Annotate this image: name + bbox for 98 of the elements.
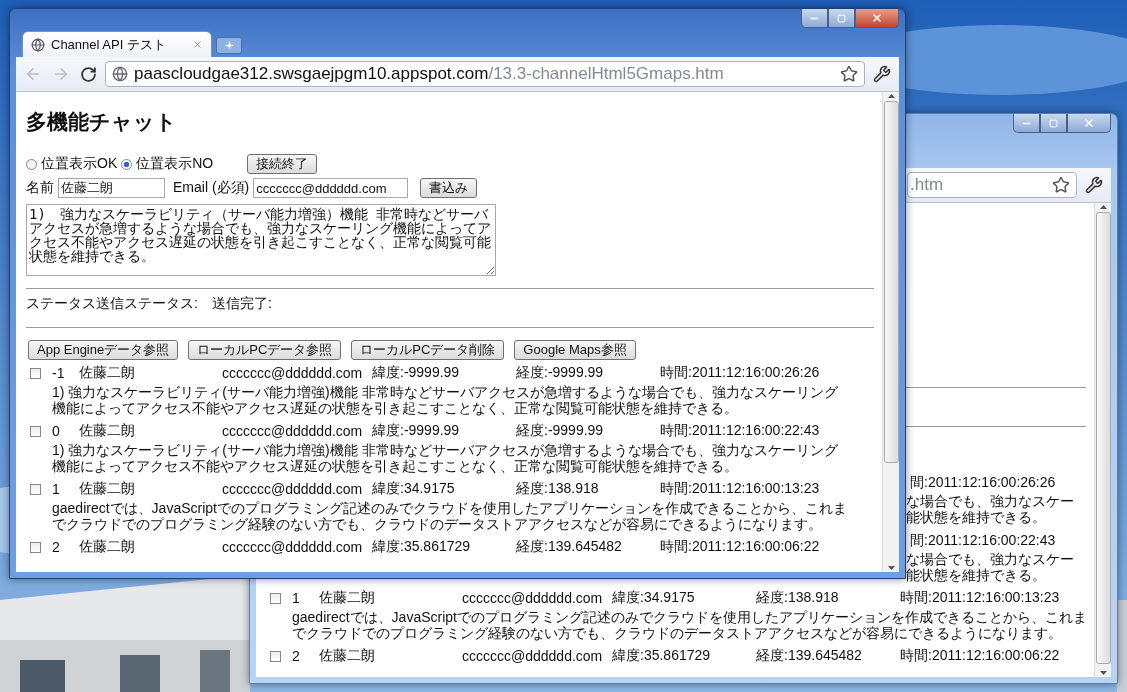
- minimize-button[interactable]: [801, 9, 828, 28]
- entry-name: 佐藤二朗: [79, 364, 136, 382]
- entry-name: 佐藤二朗: [79, 480, 136, 498]
- entry-name: 佐藤二朗: [79, 422, 136, 440]
- scrollbar-thumb[interactable]: [883, 101, 899, 463]
- entry-name: 佐藤二朗: [319, 647, 376, 665]
- entry-message: 能状態を維持できる。: [906, 509, 1046, 525]
- name-label: 名前: [26, 179, 54, 197]
- entry-time: 時間:2011:12:16:00:22:43: [660, 422, 821, 440]
- row-checkbox[interactable]: [270, 650, 281, 662]
- entry-email: ccccccc@dddddd.com: [462, 590, 604, 606]
- close-button[interactable]: [1067, 114, 1111, 133]
- entry-name: 佐藤二朗: [79, 538, 136, 556]
- entry-id: 0: [52, 423, 61, 439]
- scroll-down-icon[interactable]: [1099, 671, 1107, 675]
- entry-latitude: 緯度:35.861729: [612, 647, 712, 665]
- entry-longitude: 経度:138.918: [516, 480, 600, 498]
- maximize-button[interactable]: [828, 9, 855, 28]
- entry-message: gaedirectでは、JavaScriptでのプログラミング記述のみでクラウドを使用したアプリケーションを作成できることから、これまでクラウドでのプログラミング経験のない方でも、クラウドのデータストアアクセスなどが容易にできるようになります。: [292, 609, 1088, 641]
- entry-latitude: 緯度:-9999.99: [372, 364, 461, 382]
- row-checkbox[interactable]: [30, 367, 41, 379]
- entry-latitude: 緯度:34.9175: [372, 480, 456, 498]
- entry-time: 間:2011:12:16:00:26:26: [910, 473, 1056, 492]
- close-button[interactable]: [855, 9, 899, 28]
- maximize-icon: [837, 13, 846, 23]
- row-checkbox[interactable]: [270, 592, 281, 604]
- radio-label: 位置表示NO: [136, 155, 214, 173]
- action-button[interactable]: ローカルPCデータ削除: [351, 340, 505, 360]
- plus-icon: [223, 40, 235, 51]
- entry-message: gaedirectでは、JavaScriptでのプログラミング記述のみでクラウドを使用したアプリケーションを作成できることから、これまでクラウドでのプログラミング経験のない方でも、クラウドのデータストアアクセスなどが容易にできるようになります。: [52, 500, 848, 532]
- globe-icon: [31, 37, 45, 52]
- page-title: 多機能チャット: [26, 109, 178, 135]
- maximize-button[interactable]: [1040, 114, 1067, 133]
- entry-message: な場合でも、強力なスケー: [906, 551, 1074, 567]
- browser-tab[interactable]: Channel API テスト: [22, 31, 212, 57]
- row-checkbox[interactable]: [30, 425, 41, 437]
- entry-email: ccccccc@dddddd.com: [222, 481, 364, 497]
- entry-name: 佐藤二朗: [319, 589, 376, 607]
- maximize-icon: [1049, 118, 1058, 128]
- entry-time: 時間:2011:12:16:00:06:22: [660, 538, 821, 556]
- minimize-button[interactable]: [1013, 114, 1040, 133]
- address-bar[interactable]: .htm: [907, 172, 1077, 198]
- url-text: .htm: [910, 175, 944, 194]
- radio-label: 位置表示OK: [41, 155, 118, 173]
- entry-longitude: 経度:-9999.99: [516, 364, 605, 382]
- entry-email: ccccccc@dddddd.com: [222, 365, 364, 381]
- entry-time: 時間:2011:12:16:00:26:26: [660, 364, 821, 382]
- url-text: paascloudgae312.swsgaejpgm10.appspot.com/13.3-channelHtml5Gmaps.htm: [134, 64, 725, 84]
- entry-id: -1: [52, 365, 66, 381]
- entry-longitude: 経度:138.918: [756, 589, 840, 607]
- entry-time: 時間:2011:12:16:00:06:22: [900, 647, 1061, 665]
- wrench-icon[interactable]: [1083, 174, 1105, 196]
- entry-time: 間:2011:12:16:00:22:43: [910, 531, 1056, 550]
- entry-latitude: 緯度:34.9175: [612, 589, 696, 607]
- action-button[interactable]: ローカルPCデータ参照: [188, 340, 342, 360]
- scroll-down-icon[interactable]: [887, 566, 895, 570]
- entry-email: ccccccc@dddddd.com: [462, 648, 604, 664]
- entry-time: 時間:2011:12:16:00:13:23: [660, 480, 821, 498]
- email-label: Email (必須): [173, 179, 250, 197]
- globe-icon: [112, 66, 128, 82]
- star-icon[interactable]: [1052, 176, 1070, 194]
- address-bar[interactable]: paascloudgae312.swsgaejpgm10.appspot.com/13.3-channelHtml5Gmaps.htm: [105, 61, 865, 87]
- wrench-icon[interactable]: [871, 63, 893, 85]
- write-button[interactable]: 書込み: [420, 178, 478, 198]
- disconnect-button[interactable]: 接続終了: [247, 154, 318, 174]
- radio-button[interactable]: [26, 158, 37, 170]
- star-icon[interactable]: [840, 65, 858, 83]
- entry-longitude: 経度:139.645482: [516, 538, 623, 556]
- entry-latitude: 緯度:-9999.99: [372, 422, 461, 440]
- entry-email: ccccccc@dddddd.com: [222, 423, 364, 439]
- entry-longitude: 経度:139.645482: [756, 647, 863, 665]
- message-field[interactable]: 1) 強力なスケーラビリティ（サーバ能力増強）機能 非常時などサーバアクセスが急増するような場合でも、強力なスケーリング機能によってアクセス不能やアクセス遅延の状態を引き起こすことなく、正常な閲覧可能状態を維持できる。: [26, 204, 496, 276]
- email-field[interactable]: ccccccc@dddddd.com: [253, 178, 409, 198]
- scroll-up-icon[interactable]: [1099, 205, 1107, 209]
- close-icon[interactable]: [192, 39, 203, 50]
- entry-message: 1) 強力なスケーラビリティ(サーバ能力増強)機能 非常時などサーバアクセスが急増するような場合でも、強力なスケーリング機能によってアクセス不能やアクセス遅延の状態を引き起こすことなく、正常な閲覧可能状態を維持できる。: [52, 442, 839, 474]
- new-tab-button[interactable]: [216, 37, 242, 54]
- entry-message: 1) 強力なスケーラビリティ(サーバ能力増強)機能 非常時などサーバアクセスが急増するような場合でも、強力なスケーリング機能によってアクセス不能やアクセス遅延の状態を引き起こすことなく、正常な閲覧可能状態を維持できる。: [52, 384, 839, 416]
- close-icon: [871, 12, 883, 24]
- scrollbar[interactable]: [882, 92, 899, 572]
- entry-id: 1: [52, 481, 61, 497]
- status-text: ステータス送信ステータス: 送信完了:: [26, 295, 272, 313]
- entry-email: ccccccc@dddddd.com: [222, 539, 364, 555]
- entry-message: 能状態を維持できる。: [906, 567, 1046, 583]
- close-icon: [1083, 117, 1095, 129]
- entry-time: 時間:2011:12:16:00:13:23: [900, 589, 1061, 607]
- entry-id: 2: [292, 648, 301, 664]
- action-button[interactable]: Google Maps参照: [514, 340, 636, 360]
- action-button[interactable]: App Engineデータ参照: [28, 340, 179, 360]
- row-checkbox[interactable]: [30, 541, 41, 553]
- entry-message: な場合でも、強力なスケー: [906, 493, 1074, 509]
- entry-latitude: 緯度:35.861729: [372, 538, 472, 556]
- entry-longitude: 経度:-9999.99: [516, 422, 605, 440]
- radio-button[interactable]: [121, 158, 133, 170]
- entry-id: 1: [292, 590, 301, 606]
- name-field[interactable]: 佐藤二朗: [58, 178, 165, 198]
- entry-id: 2: [52, 539, 61, 555]
- row-checkbox[interactable]: [30, 483, 41, 495]
